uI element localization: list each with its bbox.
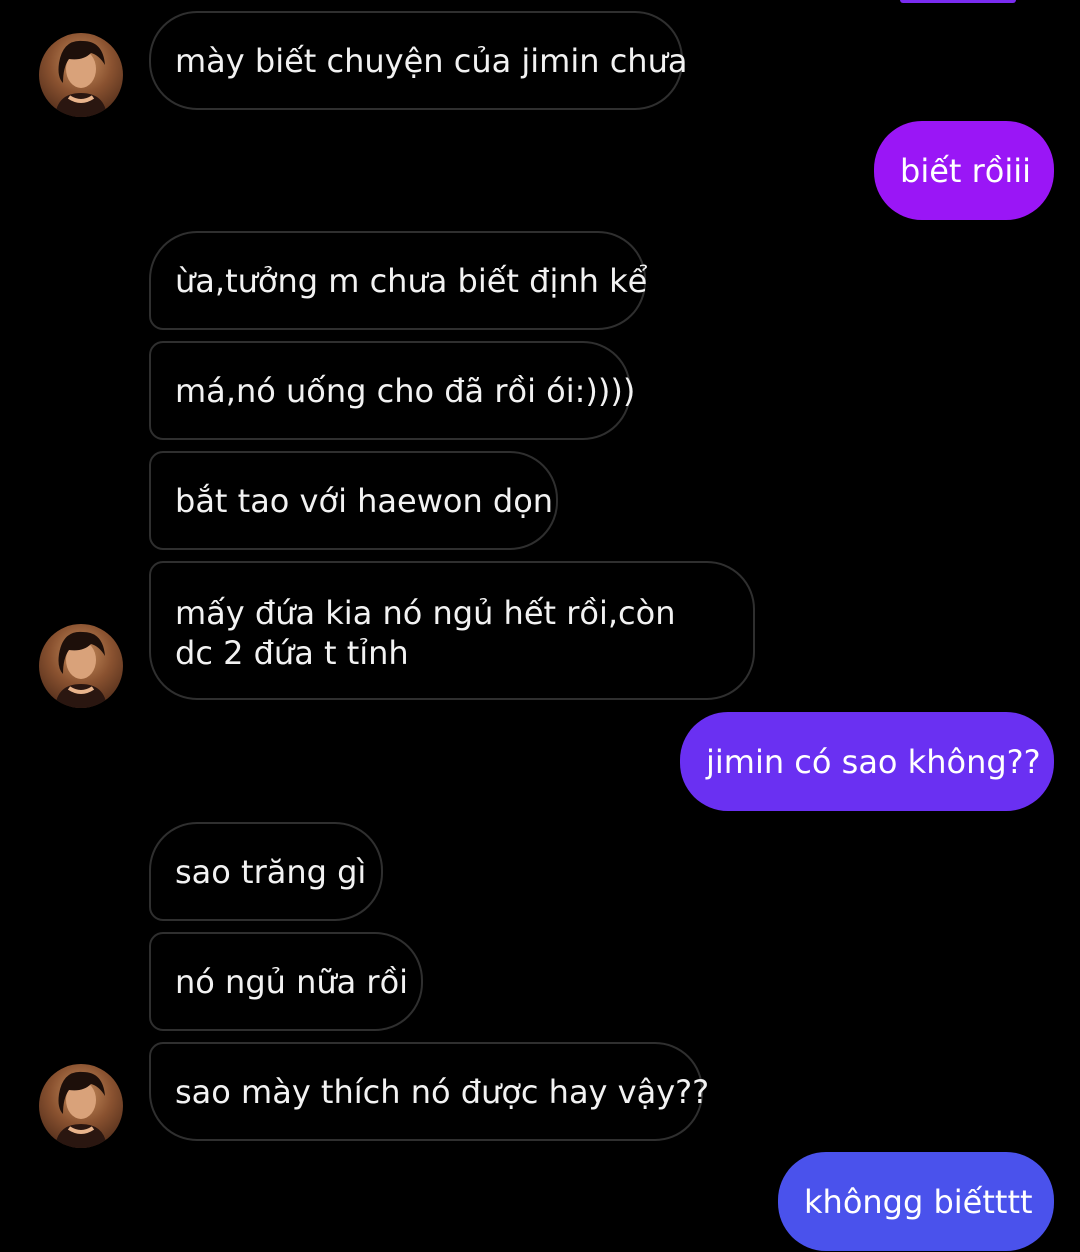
message-text: bắt tao với haewon dọn [175, 481, 554, 520]
profile-photo-icon [55, 631, 107, 708]
profile-photo-icon [55, 40, 107, 117]
message-bubble-incoming[interactable]: nó ngủ nữa rồi [149, 932, 423, 1031]
message-bubble-outgoing[interactable]: biết rồiii [874, 121, 1054, 220]
message-text: sao mày thích nó được hay vậy?? [175, 1072, 710, 1111]
message-text: biết rồiii [900, 151, 1032, 190]
message-text: má,nó uống cho đã rồi ói:)))) [175, 371, 636, 410]
message-text: mấy đứa kia nó ngủ hết rồi,còn dc 2 đứa … [175, 594, 676, 672]
message-text: ừa,tưởng m chưa biết định kể [175, 261, 648, 300]
message-text: jimin có sao không?? [706, 742, 1041, 781]
message-bubble-incoming[interactable]: bắt tao với haewon dọn [149, 451, 558, 550]
message-text: mày biết chuyện của jimin chưa [175, 41, 688, 80]
message-text: nó ngủ nữa rồi [175, 962, 409, 1001]
contact-avatar[interactable] [39, 1064, 123, 1148]
message-bubble-incoming[interactable]: sao mày thích nó được hay vậy?? [149, 1042, 709, 1141]
message-text: sao trăng gì [175, 852, 367, 891]
message-bubble-incoming[interactable]: má,nó uống cho đã rồi ói:)))) [149, 341, 635, 440]
message-text: khôngg biếtttt [804, 1182, 1033, 1221]
previous-message-bubble-edge [900, 0, 1016, 3]
contact-avatar[interactable] [39, 33, 123, 117]
message-bubble-outgoing[interactable]: khôngg biếtttt [778, 1152, 1054, 1251]
contact-avatar[interactable] [39, 624, 123, 708]
message-bubble-incoming[interactable]: mấy đứa kia nó ngủ hết rồi,còn dc 2 đứa … [149, 561, 755, 700]
message-bubble-incoming[interactable]: sao trăng gì [149, 822, 383, 921]
profile-photo-icon [55, 1071, 107, 1148]
message-bubble-outgoing[interactable]: jimin có sao không?? [680, 712, 1054, 811]
message-bubble-incoming[interactable]: ừa,tưởng m chưa biết định kể [149, 231, 648, 330]
message-bubble-incoming[interactable]: mày biết chuyện của jimin chưa [149, 11, 687, 110]
